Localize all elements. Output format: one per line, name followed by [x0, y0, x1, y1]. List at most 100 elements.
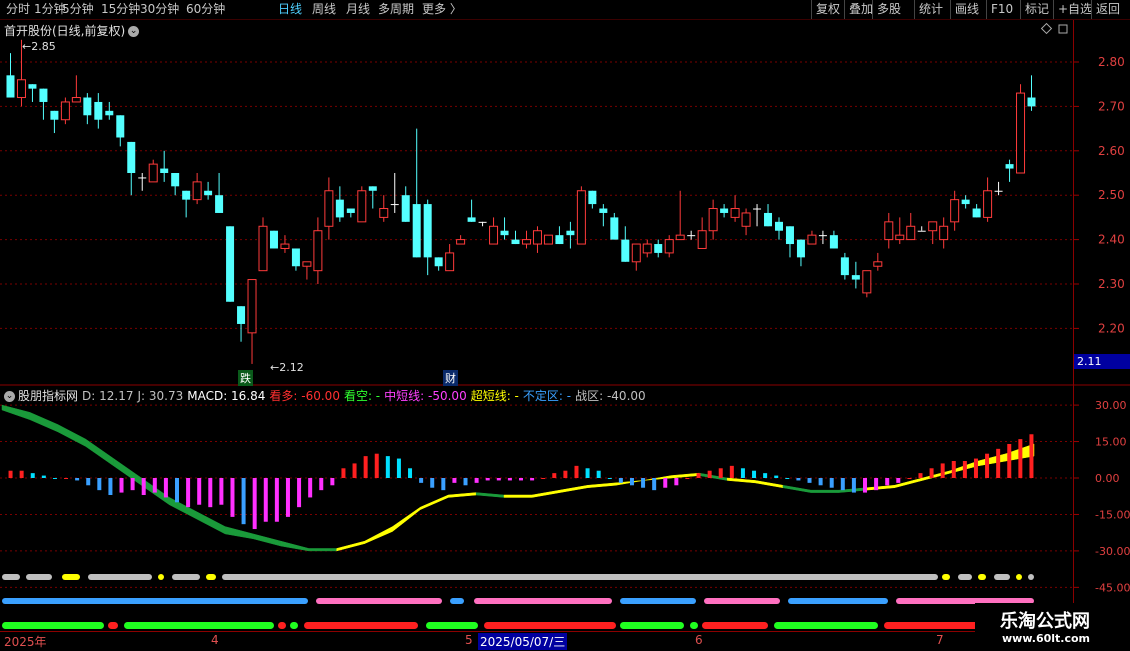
toolbar-button[interactable]: 复权 — [816, 1, 840, 18]
period-tab[interactable]: 5分钟 — [62, 1, 94, 18]
period-tab[interactable]: 更多 〉 — [422, 1, 462, 18]
ribbon-segment — [336, 540, 365, 552]
axis-divider — [1073, 20, 1074, 630]
current-price-badge: 2.11 — [1074, 354, 1130, 369]
signal-bar-gray — [206, 574, 216, 580]
indicator-value: 超短线: - — [470, 389, 519, 403]
signal-bar-gray — [62, 574, 80, 580]
toolbar-button[interactable]: 多股 — [877, 1, 901, 18]
macd-bar — [8, 470, 13, 478]
diamond-icon[interactable] — [1040, 22, 1053, 35]
price-axis-label: 2.50 — [1098, 188, 1125, 202]
candle — [961, 195, 970, 209]
ribbon-segment — [29, 412, 59, 433]
ribbon-segment — [977, 453, 1007, 467]
date-label: 5 — [465, 633, 473, 647]
indicator-values: D: 12.17 J: 30.73 MACD: 16.84 看多: -60.00 看空:… — [82, 389, 650, 403]
chevron-down-icon[interactable]: ⌄ — [128, 26, 140, 37]
macd-bar — [474, 478, 479, 483]
toolbar-button[interactable]: 叠加 — [849, 1, 873, 18]
macd-bar — [163, 478, 168, 498]
ribbon-segment — [113, 458, 142, 486]
candle — [532, 226, 542, 253]
macd-bar — [585, 468, 590, 478]
stock-title[interactable]: 首开股份(日线,前复权) ⌄ — [4, 22, 140, 39]
candle — [60, 97, 70, 125]
signal-bar-gray — [88, 574, 152, 580]
macd-bar — [663, 478, 668, 488]
signal-bar-blue — [316, 598, 442, 604]
candle — [390, 173, 399, 213]
macd-bar — [308, 478, 313, 498]
candle — [94, 93, 103, 129]
macd-bar — [940, 463, 945, 478]
toolbar-button[interactable]: 统计 — [919, 1, 943, 18]
macd-bar — [452, 478, 457, 483]
macd-bar — [929, 468, 934, 478]
candle — [642, 239, 652, 258]
square-icon[interactable] — [1058, 24, 1068, 34]
candle — [215, 173, 224, 213]
ribbon-segment — [922, 470, 951, 481]
chevron-down-icon[interactable]: ⌄ — [4, 391, 15, 402]
price-axis-label: 2.80 — [1098, 55, 1125, 69]
signal-bar-green — [426, 622, 478, 629]
macd-bar — [175, 478, 179, 503]
toolbar-button[interactable]: 画线 — [955, 1, 979, 18]
indicator-value: MACD: 16.84 — [187, 389, 266, 403]
macd-bar — [685, 478, 690, 479]
candle — [324, 177, 334, 240]
signal-bar-green — [484, 622, 616, 629]
indicator-value: 看空: - — [343, 389, 381, 403]
candle — [654, 239, 663, 258]
date-label: 6 — [695, 633, 703, 647]
period-tab[interactable]: 月线 — [346, 1, 370, 18]
signal-bar-green — [774, 622, 878, 629]
candle — [511, 230, 520, 245]
date-label: 7 — [936, 633, 944, 647]
indicator-axis-label: -30.00 — [1095, 545, 1130, 558]
toolbar-button[interactable]: F10 — [991, 1, 1013, 18]
toolbar-separator — [950, 0, 951, 19]
toolbar-button[interactable]: +自选 — [1058, 1, 1092, 18]
candle — [489, 217, 499, 245]
indicator-value: 不定区: - — [522, 389, 572, 403]
macd-bar — [1029, 434, 1034, 478]
period-tab[interactable]: 60分钟 — [186, 1, 225, 18]
ribbon-segment — [559, 484, 588, 493]
high-price-label: ←2.85 — [22, 40, 56, 53]
toolbar-button[interactable]: 标记 — [1025, 1, 1049, 18]
signal-bar-blue — [474, 598, 612, 604]
toolbar-button[interactable]: 返回 — [1096, 1, 1120, 18]
candle — [555, 226, 564, 245]
macd-bar — [208, 478, 213, 508]
ribbon-segment — [1, 404, 31, 421]
period-tab[interactable]: 周线 — [312, 1, 336, 18]
candle — [28, 84, 37, 102]
ribbon-segment — [224, 526, 254, 540]
macd-bar — [352, 463, 357, 478]
event-marker-finance[interactable]: 财 — [443, 370, 458, 386]
candle — [192, 173, 202, 205]
period-tab[interactable]: 30分钟 — [140, 1, 179, 18]
candle — [610, 212, 619, 240]
event-marker-drop[interactable]: 跌 — [238, 370, 253, 386]
macd-bar — [896, 478, 901, 483]
candle — [994, 181, 1003, 196]
period-tab[interactable]: 15分钟 — [101, 1, 140, 18]
candle — [687, 230, 696, 240]
macd-bar — [752, 470, 757, 478]
period-tab[interactable]: 1分钟 — [34, 1, 66, 18]
ribbon-segment — [699, 472, 728, 481]
period-tab[interactable]: 分时 — [6, 1, 30, 18]
macd-bar — [574, 465, 579, 478]
period-tab[interactable]: 日线 — [278, 1, 302, 18]
candle — [862, 270, 872, 298]
macd-bar — [419, 478, 424, 483]
indicator-name[interactable]: 股朋指标网 — [18, 389, 78, 403]
candle — [6, 53, 15, 98]
macd-bar — [629, 478, 634, 486]
toolbar-separator — [1020, 0, 1021, 19]
period-tab[interactable]: 多周期 — [378, 1, 414, 18]
watermark-url: www.60lt.com — [1002, 632, 1091, 645]
